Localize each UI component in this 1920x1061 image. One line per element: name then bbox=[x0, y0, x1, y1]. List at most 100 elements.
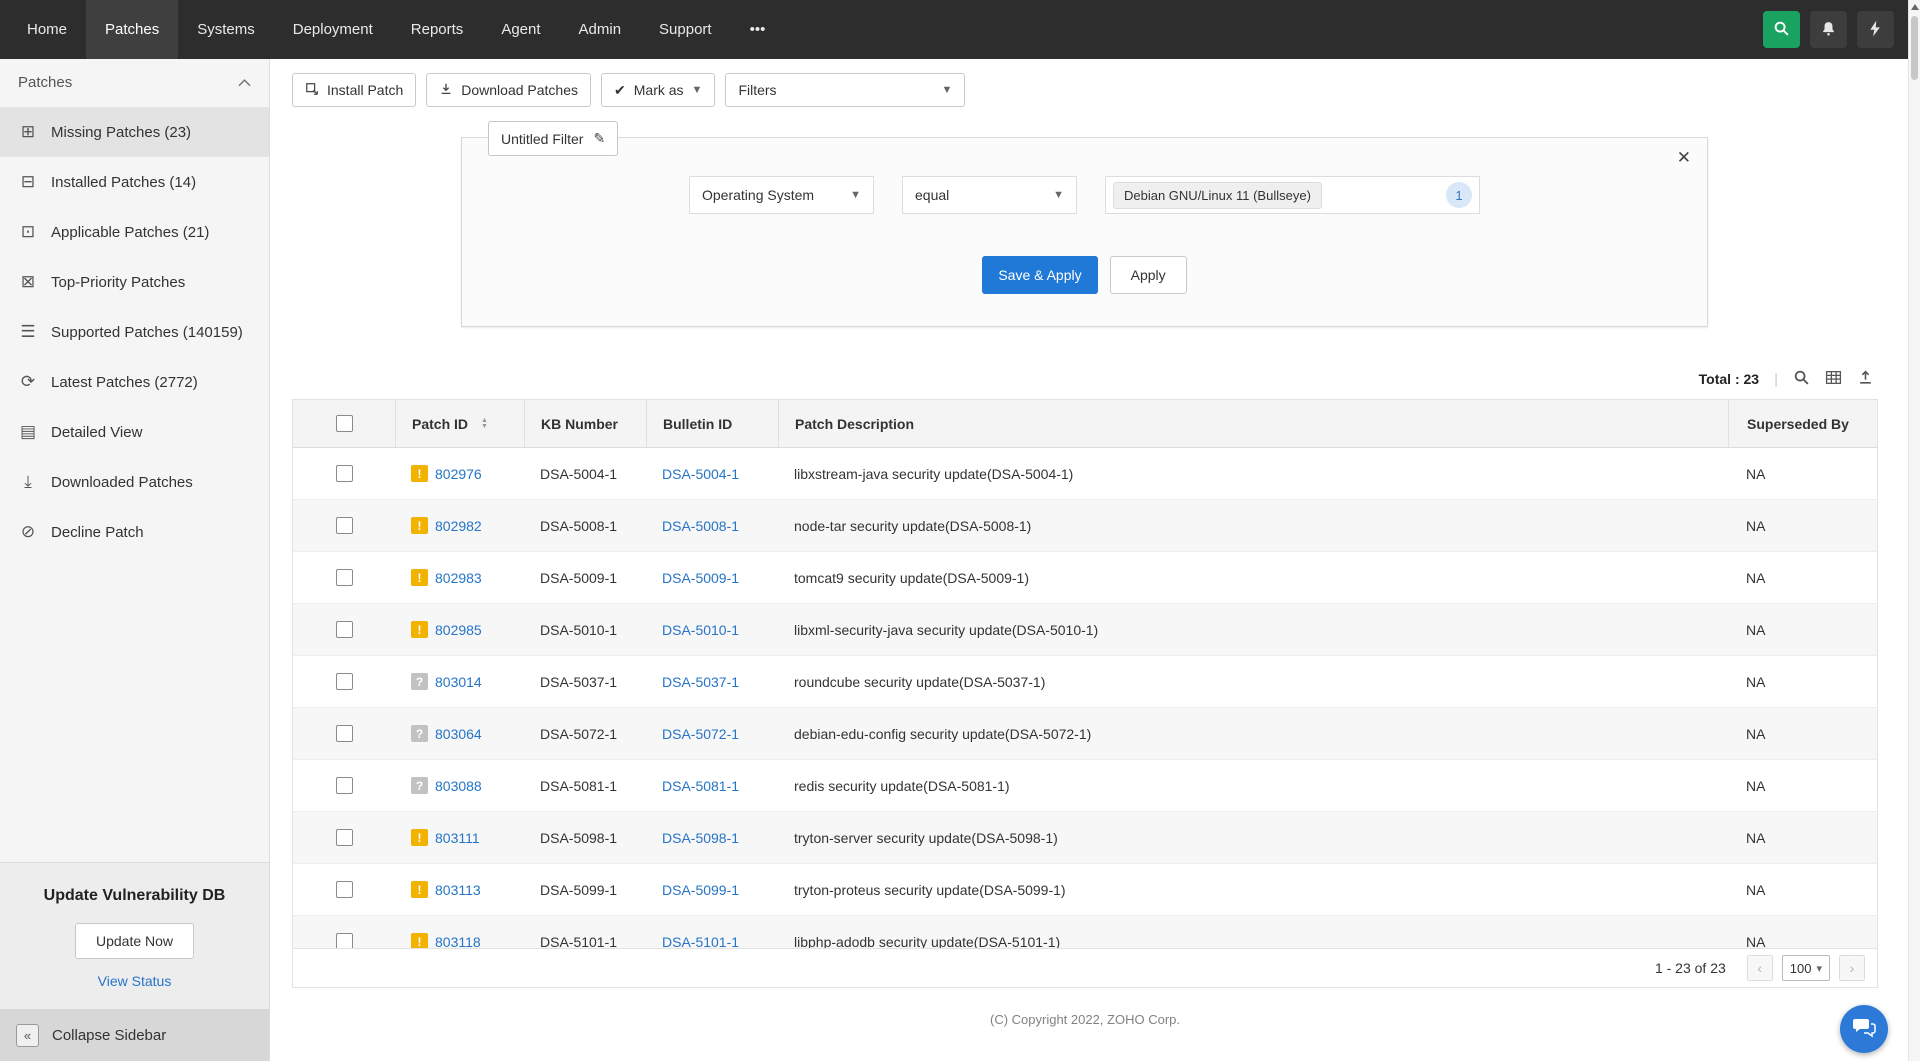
quick-actions-button[interactable] bbox=[1857, 11, 1894, 48]
patch-id-link[interactable]: 803113 bbox=[435, 882, 481, 898]
scrollbar-thumb[interactable] bbox=[1911, 16, 1918, 80]
column-header-patch-id[interactable]: Patch ID bbox=[412, 416, 468, 432]
install-patch-button[interactable]: Install Patch bbox=[292, 73, 416, 107]
separator: | bbox=[1774, 371, 1778, 388]
table-row: ? 803088 DSA-5081-1 DSA-5081-1 redis sec… bbox=[293, 760, 1877, 812]
sidebar-item-applicable-patches[interactable]: ⊡ Applicable Patches (21) bbox=[0, 207, 269, 257]
export-button[interactable] bbox=[1857, 369, 1874, 389]
filter-operator-select[interactable]: equal ▼ bbox=[902, 176, 1077, 214]
update-now-button[interactable]: Update Now bbox=[75, 923, 194, 959]
row-checkbox[interactable] bbox=[336, 881, 353, 898]
nav-item-deployment[interactable]: Deployment bbox=[274, 0, 392, 59]
superseded-by-cell: NA bbox=[1728, 570, 1877, 586]
bulletin-id-link[interactable]: DSA-5009-1 bbox=[662, 570, 739, 586]
sidebar-item-downloaded-patches[interactable]: ⤓ Downloaded Patches bbox=[0, 457, 269, 507]
nav-item-systems[interactable]: Systems bbox=[178, 0, 274, 59]
page-size-select[interactable]: 100 ▾ bbox=[1782, 955, 1830, 981]
nav-item-admin[interactable]: Admin bbox=[560, 0, 641, 59]
bulletin-id-link[interactable]: DSA-5004-1 bbox=[662, 466, 739, 482]
bulletin-id-link[interactable]: DSA-5008-1 bbox=[662, 518, 739, 534]
row-checkbox[interactable] bbox=[336, 621, 353, 638]
prev-page-button[interactable]: ‹ bbox=[1747, 955, 1773, 981]
bulletin-id-link[interactable]: DSA-5010-1 bbox=[662, 622, 739, 638]
kb-number-cell: DSA-5009-1 bbox=[524, 570, 646, 586]
bulletin-id-link[interactable]: DSA-5072-1 bbox=[662, 726, 739, 742]
kb-number-cell: DSA-5099-1 bbox=[524, 882, 646, 898]
view-status-link[interactable]: View Status bbox=[10, 973, 259, 989]
row-checkbox[interactable] bbox=[336, 465, 353, 482]
patch-description-cell: libxstream-java security update(DSA-5004… bbox=[778, 466, 1728, 482]
mark-as-dropdown[interactable]: ✔ Mark as ▼ bbox=[601, 73, 715, 107]
row-checkbox[interactable] bbox=[336, 829, 353, 846]
pagination-bar: 1 - 23 of 23 ‹ 100 ▾ › bbox=[292, 948, 1878, 988]
patch-id-link[interactable]: 802982 bbox=[435, 518, 482, 534]
close-icon[interactable]: ✕ bbox=[1677, 148, 1691, 168]
chevron-down-icon: ▼ bbox=[850, 189, 861, 201]
chat-widget-button[interactable] bbox=[1840, 1005, 1888, 1053]
nav-item-agent[interactable]: Agent bbox=[482, 0, 559, 59]
bulletin-id-link[interactable]: DSA-5099-1 bbox=[662, 882, 739, 898]
patch-id-link[interactable]: 803014 bbox=[435, 674, 482, 690]
filter-value-chip[interactable]: Debian GNU/Linux 11 (Bullseye) bbox=[1113, 182, 1322, 209]
table-row: ! 802982 DSA-5008-1 DSA-5008-1 node-tar … bbox=[293, 500, 1877, 552]
table-search-button[interactable] bbox=[1793, 369, 1810, 389]
collapse-sidebar-button[interactable]: « Collapse Sidebar bbox=[0, 1009, 269, 1061]
next-page-button[interactable]: › bbox=[1839, 955, 1865, 981]
scroll-up-arrow[interactable] bbox=[1911, 4, 1919, 10]
row-checkbox[interactable] bbox=[336, 569, 353, 586]
bulletin-id-link[interactable]: DSA-5081-1 bbox=[662, 778, 739, 794]
patch-id-link[interactable]: 803111 bbox=[435, 830, 480, 846]
sidebar-item-detailed-view[interactable]: ▤ Detailed View bbox=[0, 407, 269, 457]
filters-dropdown[interactable]: Filters ▼ bbox=[725, 73, 965, 107]
sidebar-header[interactable]: Patches bbox=[0, 59, 269, 105]
patch-id-link[interactable]: 802983 bbox=[435, 570, 482, 586]
filter-field-select[interactable]: Operating System ▼ bbox=[689, 176, 874, 214]
patch-id-link[interactable]: 802976 bbox=[435, 466, 482, 482]
patch-id-link[interactable]: 803064 bbox=[435, 726, 482, 742]
row-checkbox[interactable] bbox=[336, 777, 353, 794]
chevron-up-icon[interactable] bbox=[238, 74, 251, 91]
sidebar-item-supported-patches[interactable]: ☰ Supported Patches (140159) bbox=[0, 307, 269, 357]
filter-value-input[interactable]: Debian GNU/Linux 11 (Bullseye) 1 bbox=[1105, 176, 1480, 214]
row-checkbox[interactable] bbox=[336, 933, 353, 948]
nav-item-support[interactable]: Support bbox=[640, 0, 731, 59]
chevron-down-icon: ▼ bbox=[942, 84, 953, 96]
save-apply-button[interactable]: Save & Apply bbox=[982, 256, 1097, 294]
sidebar-item-decline-patch[interactable]: ⊘ Decline Patch bbox=[0, 507, 269, 557]
patch-id-link[interactable]: 803118 bbox=[435, 934, 481, 949]
sidebar-item-installed-patches[interactable]: ⊟ Installed Patches (14) bbox=[0, 157, 269, 207]
sort-icon[interactable]: ▲▼ bbox=[481, 418, 488, 430]
search-button[interactable] bbox=[1763, 11, 1800, 48]
download-patches-button[interactable]: Download Patches bbox=[426, 73, 591, 107]
row-checkbox[interactable] bbox=[336, 517, 353, 534]
filter-name-chip[interactable]: Untitled Filter ✎ bbox=[488, 121, 618, 156]
sidebar-item-label: Applicable Patches (21) bbox=[51, 224, 209, 241]
row-checkbox[interactable] bbox=[336, 725, 353, 742]
table-row: ! 803111 DSA-5098-1 DSA-5098-1 tryton-se… bbox=[293, 812, 1877, 864]
nav-item-more[interactable]: ••• bbox=[731, 0, 785, 59]
notifications-button[interactable] bbox=[1810, 11, 1847, 48]
bulletin-id-link[interactable]: DSA-5101-1 bbox=[662, 934, 739, 949]
apply-button[interactable]: Apply bbox=[1110, 256, 1187, 294]
sidebar-title: Patches bbox=[18, 74, 72, 91]
bulletin-id-link[interactable]: DSA-5037-1 bbox=[662, 674, 739, 690]
edit-icon[interactable]: ✎ bbox=[593, 130, 605, 147]
filter-field-value: Operating System bbox=[702, 187, 814, 203]
nav-item-home[interactable]: Home bbox=[8, 0, 86, 59]
row-checkbox[interactable] bbox=[336, 673, 353, 690]
patch-id-link[interactable]: 803088 bbox=[435, 778, 482, 794]
bulletin-id-link[interactable]: DSA-5098-1 bbox=[662, 830, 739, 846]
select-all-checkbox[interactable] bbox=[336, 415, 353, 432]
patch-id-link[interactable]: 802985 bbox=[435, 622, 482, 638]
nav-item-patches[interactable]: Patches bbox=[86, 0, 178, 59]
sidebar-item-top-priority-patches[interactable]: ⊠ Top-Priority Patches bbox=[0, 257, 269, 307]
sidebar-item-label: Latest Patches (2772) bbox=[51, 374, 198, 391]
table-row: ! 802985 DSA-5010-1 DSA-5010-1 libxml-se… bbox=[293, 604, 1877, 656]
nav-item-reports[interactable]: Reports bbox=[392, 0, 483, 59]
kb-number-cell: DSA-5008-1 bbox=[524, 518, 646, 534]
sidebar-item-latest-patches[interactable]: ⟳ Latest Patches (2772) bbox=[0, 357, 269, 407]
sidebar-item-missing-patches[interactable]: ⊞ Missing Patches (23) bbox=[0, 107, 269, 157]
vertical-scrollbar[interactable] bbox=[1908, 0, 1920, 1061]
column-chooser-button[interactable] bbox=[1825, 369, 1842, 389]
patches-table: Patch ID ▲▼ KB Number Bulletin ID Patch … bbox=[292, 399, 1878, 949]
